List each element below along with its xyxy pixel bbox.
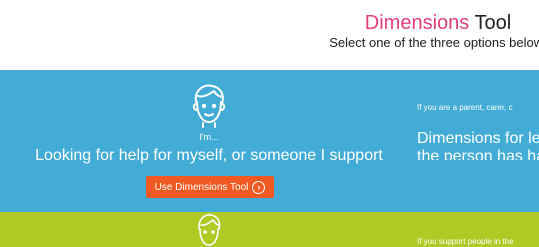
button-label: Use Dimensions Tool bbox=[154, 181, 249, 193]
side-text-clip: Dimensions for learning dis the person h… bbox=[417, 130, 539, 160]
title-rest: Tool bbox=[474, 12, 512, 34]
header: Dimensions Tool Select one of the three … bbox=[0, 0, 539, 70]
im-label: I'm... bbox=[199, 132, 219, 142]
title-brand: Dimensions bbox=[364, 12, 470, 34]
option-heading: Looking for help for myself, or someone … bbox=[35, 147, 383, 164]
person-face-icon bbox=[192, 84, 226, 128]
chevron-right-icon: › bbox=[252, 180, 266, 194]
side-text-intro: If you are a parent, carer, c bbox=[417, 103, 513, 112]
option-panel-self-help: I'm... Looking for help for myself, or s… bbox=[0, 70, 539, 212]
side-text-body: Dimensions for learning dis the person h… bbox=[417, 130, 539, 160]
use-dimensions-tool-button[interactable]: Use Dimensions Tool › bbox=[146, 176, 274, 198]
person-face-icon bbox=[198, 214, 221, 246]
page-subtitle: Select one of the three options below: bbox=[329, 35, 539, 50]
page-title: Dimensions Tool bbox=[0, 12, 539, 34]
side-text-intro: If you support people in the bbox=[417, 237, 514, 246]
option-panel-support-others: If you support people in the bbox=[0, 212, 539, 247]
